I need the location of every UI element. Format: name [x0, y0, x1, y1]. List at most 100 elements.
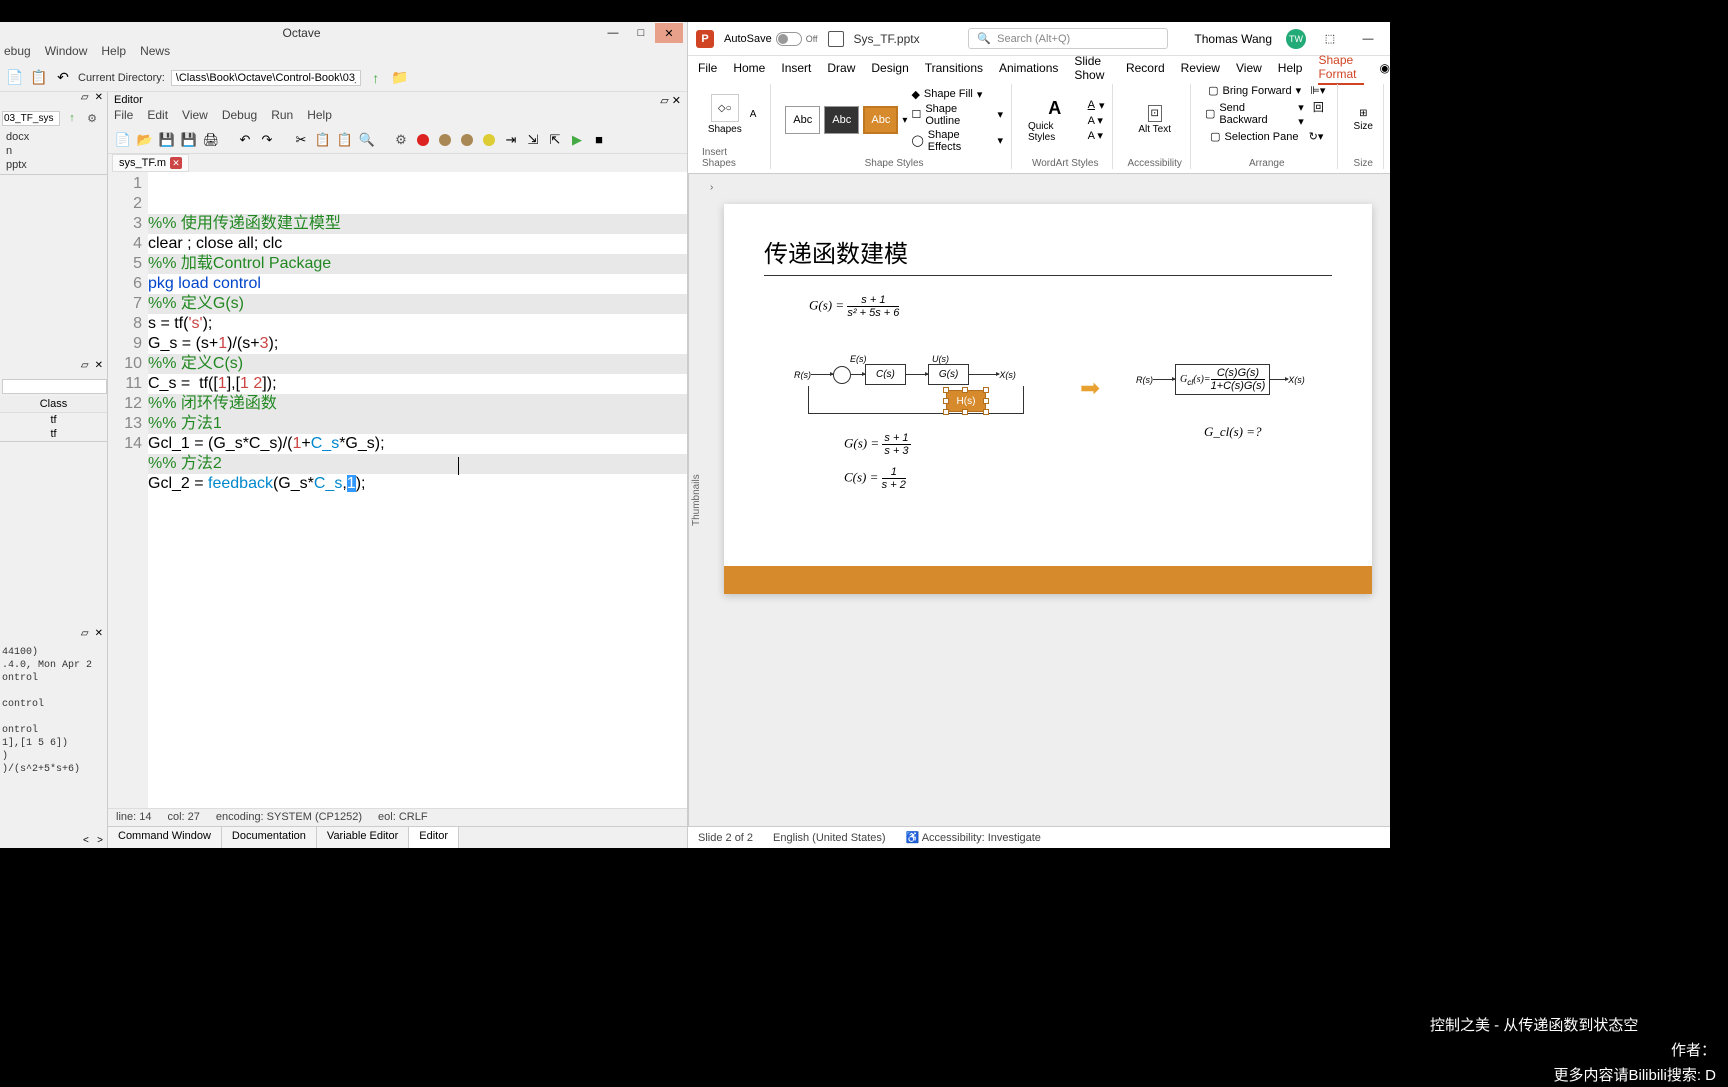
thumbnails-panel[interactable]: Thumbnails	[688, 174, 706, 826]
tab-record[interactable]: Record	[1126, 59, 1165, 77]
panel-close-icon[interactable]: ✕	[95, 360, 103, 376]
tab-insert[interactable]: Insert	[781, 59, 811, 77]
menu-help[interactable]: Help	[307, 108, 332, 126]
bring-forward-button[interactable]: ▢ Bring Forward ▾ ⊫▾	[1208, 84, 1325, 97]
shape-outline-button[interactable]: ☐ Shape Outline ▾	[911, 103, 1003, 127]
undock-icon[interactable]: ▱	[660, 95, 668, 107]
shape-style-3[interactable]: Abc	[863, 106, 898, 134]
status-accessibility[interactable]: ♿ Accessibility: Investigate	[906, 831, 1041, 844]
step-out-icon[interactable]: ⇱	[546, 131, 564, 149]
status-lang[interactable]: English (United States)	[773, 832, 886, 844]
undock-icon[interactable]: ▱	[81, 628, 89, 644]
up-folder-icon[interactable]: ↑	[367, 69, 385, 87]
text-effects-button[interactable]: A ▾	[1088, 129, 1105, 142]
shape-effects-button[interactable]: ◯ Shape Effects ▾	[911, 129, 1003, 153]
step-in-icon[interactable]: ⇲	[524, 131, 542, 149]
save-icon[interactable]	[828, 31, 844, 47]
open-icon[interactable]: 📂	[136, 131, 154, 149]
panel-close-icon[interactable]: ✕	[672, 95, 681, 107]
save-all-icon[interactable]: 💾	[180, 131, 198, 149]
code-editor[interactable]: %% 使用传递函数建立模型clear ; close all; clc%% 加载…	[148, 172, 687, 808]
cut-icon[interactable]: ✂	[292, 131, 310, 149]
shape-fill-button[interactable]: ◆ Shape Fill ▾	[911, 88, 1003, 101]
file-item[interactable]: docx	[6, 130, 101, 144]
collapse-icon[interactable]: ›	[710, 182, 713, 193]
shapes-button[interactable]: ◇○ Shapes	[706, 92, 744, 137]
undo-icon[interactable]: ↶	[54, 69, 72, 87]
tab-transitions[interactable]: Transitions	[925, 59, 983, 77]
new-file-icon[interactable]: 📄	[114, 131, 132, 149]
menu-view[interactable]: View	[182, 108, 208, 126]
var-row[interactable]: tf	[0, 427, 107, 441]
shape-style-1[interactable]: Abc	[785, 106, 820, 134]
maximize-button[interactable]: □	[627, 23, 655, 43]
file-item[interactable]: pptx	[6, 158, 101, 172]
record-player-icon[interactable]: ◉	[1380, 61, 1390, 75]
breakpoint-clear-icon[interactable]	[480, 131, 498, 149]
save-icon[interactable]: 💾	[158, 131, 176, 149]
alt-text-button[interactable]: ⊡ Alt Text	[1136, 103, 1173, 137]
tab-design[interactable]: Design	[871, 59, 908, 77]
panel-close-icon[interactable]: ✕	[95, 92, 103, 108]
tab-help[interactable]: Help	[1278, 59, 1303, 77]
search-input[interactable]: 🔍 Search (Alt+Q)	[968, 28, 1168, 49]
up-icon[interactable]: ↑	[64, 110, 80, 126]
gear-icon[interactable]: ⚙	[84, 110, 100, 126]
text-outline-button[interactable]: A ▾	[1088, 114, 1105, 127]
menu-run[interactable]: Run	[271, 108, 293, 126]
editor-tab[interactable]: sys_TF.m ✕	[112, 154, 189, 172]
undock-icon[interactable]: ▱	[81, 92, 89, 108]
close-button[interactable]: ✕	[655, 23, 683, 43]
command-history[interactable]: 44100) .4.0, Mon Apr 2 ontrol control on…	[0, 644, 107, 833]
hs-shape-selected[interactable]: H(s)	[946, 390, 986, 412]
var-row[interactable]: tf	[0, 413, 107, 427]
minimize-button[interactable]: —	[599, 23, 627, 43]
clipboard-icon[interactable]: 📋	[30, 69, 48, 87]
text-box-button[interactable]: A	[748, 107, 759, 122]
user-avatar[interactable]: TW	[1286, 29, 1306, 49]
slide-canvas[interactable]: 传递函数建模 G(s) = s + 1s² + 5s + 6 R(s) E(s)…	[724, 204, 1372, 594]
panel-close-icon[interactable]: ✕	[95, 628, 103, 644]
tab-animations[interactable]: Animations	[999, 59, 1058, 77]
ribbon-display-icon[interactable]: ⬚	[1316, 29, 1344, 49]
shape-style-2[interactable]: Abc	[824, 106, 859, 134]
tab-command-window[interactable]: Command Window	[108, 827, 222, 848]
copy-icon[interactable]: 📋	[314, 131, 332, 149]
autosave-toggle[interactable]	[776, 32, 802, 46]
new-script-icon[interactable]: 📄	[6, 69, 24, 87]
text-fill-button[interactable]: A ▾	[1088, 99, 1105, 112]
run-gear-icon[interactable]: ⚙	[392, 131, 410, 149]
tab-file[interactable]: File	[698, 59, 717, 77]
size-button[interactable]: ⊞ Size	[1352, 106, 1375, 134]
workspace-filter[interactable]	[2, 379, 107, 394]
folder-icon[interactable]: 📁	[391, 69, 409, 87]
dir-input[interactable]	[171, 70, 361, 86]
find-icon[interactable]: 🔍	[358, 131, 376, 149]
paste-icon[interactable]: 📋	[336, 131, 354, 149]
menu-file[interactable]: File	[114, 108, 133, 126]
tab-variable-editor[interactable]: Variable Editor	[317, 827, 409, 848]
undock-icon[interactable]: ▱	[81, 360, 89, 376]
minimize-button[interactable]: —	[1354, 29, 1382, 49]
tab-close-icon[interactable]: ✕	[170, 157, 182, 169]
menu-edit[interactable]: Edit	[147, 108, 168, 126]
menu-debug[interactable]: Debug	[222, 108, 257, 126]
tab-home[interactable]: Home	[733, 59, 765, 77]
menu-help[interactable]: Help	[101, 44, 126, 64]
menu-news[interactable]: News	[140, 44, 170, 64]
stop-icon[interactable]: ■	[590, 131, 608, 149]
redo-icon[interactable]: ↷	[258, 131, 276, 149]
send-backward-button[interactable]: ▢ Send Backward ▾ 回▾	[1205, 99, 1329, 128]
tab-documentation[interactable]: Documentation	[222, 827, 317, 848]
undo-icon[interactable]: ↶	[236, 131, 254, 149]
menu-debug[interactable]: ebug	[4, 44, 31, 64]
selection-pane-button[interactable]: ▢ Selection Pane ↻▾	[1210, 130, 1323, 143]
menu-window[interactable]: Window	[45, 44, 88, 64]
breakpoint-step-icon[interactable]	[458, 131, 476, 149]
breakpoint-icon[interactable]	[414, 131, 432, 149]
quick-styles-button[interactable]: A Quick Styles	[1026, 96, 1084, 145]
tab-review[interactable]: Review	[1181, 59, 1220, 77]
tab-view[interactable]: View	[1236, 59, 1262, 77]
tab-editor[interactable]: Editor	[409, 827, 459, 848]
folder-dropdown[interactable]	[2, 111, 60, 126]
